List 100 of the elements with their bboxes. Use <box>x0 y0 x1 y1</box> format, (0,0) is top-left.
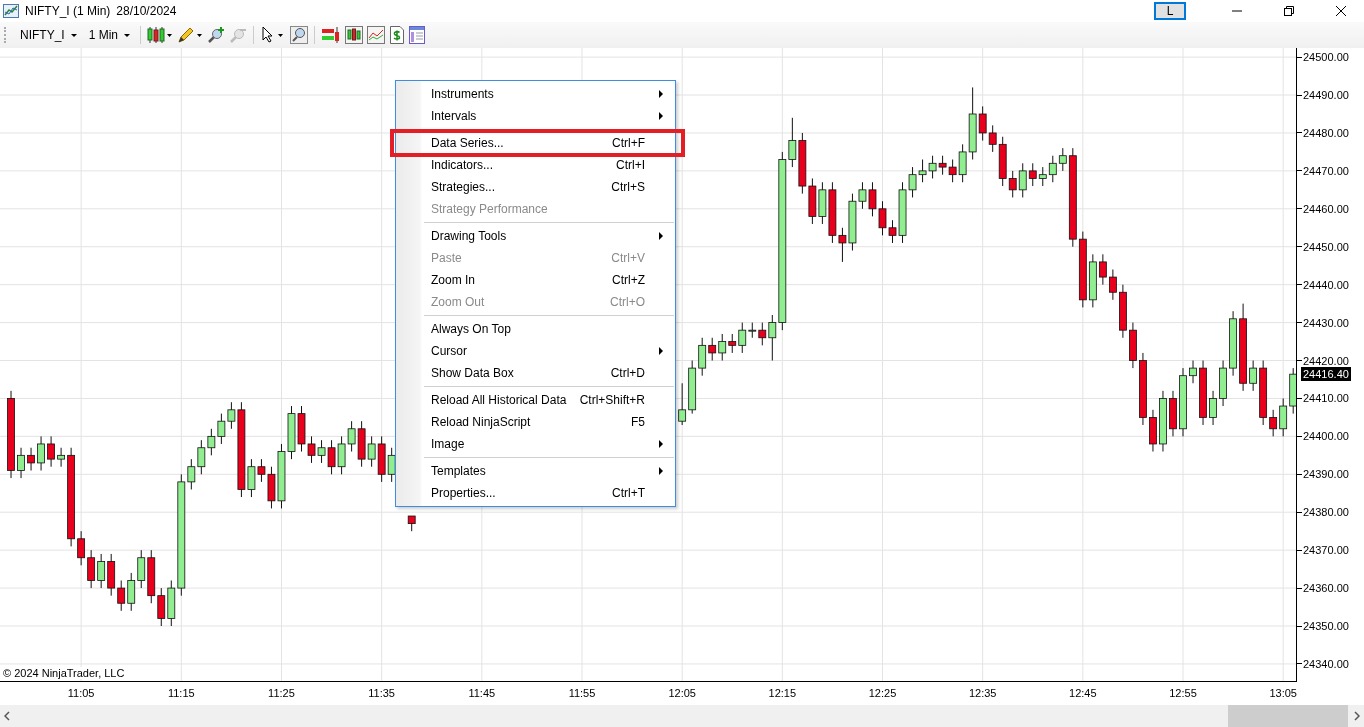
menu-item[interactable]: Instruments <box>396 83 675 105</box>
interval-dropdown[interactable]: 1 Min <box>84 26 134 44</box>
chart-app-icon <box>3 4 19 18</box>
candle <box>127 572 136 612</box>
price-label: 24470.00 <box>1303 164 1349 177</box>
candle <box>217 413 226 445</box>
price-label: 24490.00 <box>1303 89 1349 101</box>
candle <box>407 515 416 532</box>
candle <box>57 447 65 468</box>
candle <box>1199 360 1207 426</box>
window-date: 28/10/2024 <box>116 4 177 18</box>
candle <box>688 360 697 415</box>
search-icon[interactable] <box>290 26 308 44</box>
scrollbar-thumb[interactable] <box>1228 705 1348 727</box>
menu-item[interactable]: Templates <box>396 460 675 482</box>
menu-item[interactable]: Show Data Box Ctrl+D <box>396 362 675 384</box>
candle <box>107 553 116 597</box>
candle <box>798 132 807 195</box>
scroll-right-icon[interactable] <box>1354 711 1360 721</box>
candle <box>337 435 346 475</box>
candle <box>287 405 296 460</box>
candle <box>1038 166 1047 187</box>
time-label: 11:55 <box>568 687 596 699</box>
price-label: 24480.00 <box>1303 126 1349 139</box>
menu-item[interactable]: Reload NinjaScript F5 <box>396 411 675 433</box>
data-series-icon[interactable] <box>321 26 341 44</box>
menu-item[interactable]: Always On Top <box>396 318 675 340</box>
menu-item[interactable]: Image <box>396 433 675 455</box>
menu-item[interactable]: Indicators... Ctrl+I <box>396 154 675 176</box>
candle <box>1119 284 1127 339</box>
dollar-document-icon[interactable] <box>389 26 405 44</box>
menu-item[interactable]: Strategies... Ctrl+S <box>396 176 675 198</box>
candle <box>1149 409 1157 453</box>
candle <box>387 447 396 483</box>
menu-item[interactable]: Intervals <box>396 105 675 127</box>
candle <box>1109 269 1117 301</box>
menu-item[interactable]: Properties... Ctrl+T <box>396 482 675 504</box>
caret-icon <box>70 33 77 37</box>
time-label: 12:45 <box>1069 687 1097 699</box>
scroll-left-icon[interactable] <box>4 711 10 721</box>
candlestick-style-icon[interactable] <box>147 26 173 44</box>
candle <box>938 155 947 176</box>
candle <box>207 428 216 456</box>
menu-item[interactable]: Cursor <box>396 340 675 362</box>
time-label: 11:35 <box>368 687 395 699</box>
price-label: 24460.00 <box>1303 202 1349 215</box>
price-label: 24360.00 <box>1303 582 1349 595</box>
candle <box>1159 390 1167 453</box>
price-label: 24340.00 <box>1303 657 1349 670</box>
price-label: 24390.00 <box>1303 468 1349 481</box>
candle <box>17 447 25 479</box>
candle <box>137 549 146 589</box>
menu-item[interactable]: Data Series... Ctrl+F <box>393 132 682 154</box>
candle <box>1189 360 1197 384</box>
candle <box>147 549 156 604</box>
time-label: 12:25 <box>868 687 897 699</box>
candle <box>37 435 45 471</box>
price-label: 24500.00 <box>1303 51 1349 64</box>
candle <box>678 382 687 426</box>
candle <box>868 181 877 217</box>
pencil-icon[interactable] <box>177 26 203 44</box>
price-label: 24420.00 <box>1303 354 1349 367</box>
price-label: 24380.00 <box>1303 506 1349 519</box>
time-label: 11:45 <box>468 687 496 699</box>
candle <box>808 177 817 225</box>
time-label: 12:55 <box>1169 687 1197 699</box>
time-label: 11:05 <box>67 687 95 699</box>
price-label: 24410.00 <box>1303 392 1349 405</box>
properties-icon[interactable] <box>409 26 425 44</box>
candle <box>918 159 927 183</box>
caret-icon <box>124 33 130 37</box>
candle <box>97 553 106 589</box>
time-label: 11:25 <box>268 687 295 699</box>
candle <box>1048 155 1057 183</box>
window-title: NIFTY_I (1 Min) <box>25 4 111 18</box>
account-button[interactable]: L <box>1154 2 1186 20</box>
menu-item[interactable]: Drawing Tools <box>396 225 675 247</box>
price-label: 24440.00 <box>1303 278 1349 291</box>
instrument-dropdown[interactable]: NIFTY_I <box>16 26 81 44</box>
candle <box>117 580 126 612</box>
candle <box>718 333 727 361</box>
zoom-out-icon <box>229 26 247 44</box>
maximize-icon[interactable] <box>1284 6 1294 16</box>
candle <box>1169 390 1177 437</box>
candle <box>1209 390 1217 426</box>
time-label: 11:15 <box>167 687 195 699</box>
candle <box>1279 397 1288 437</box>
time-label: 12:15 <box>768 687 797 699</box>
close-icon[interactable] <box>1336 6 1346 16</box>
candles-panel-icon[interactable] <box>345 26 363 44</box>
candle <box>157 587 166 627</box>
zoom-in-icon[interactable] <box>207 26 225 44</box>
pointer-icon[interactable] <box>260 26 286 44</box>
menu-item[interactable]: Zoom In Ctrl+Z <box>396 269 675 291</box>
candle <box>87 549 96 589</box>
menu-item[interactable]: Reload All Historical Data Ctrl+Shift+R <box>396 389 675 411</box>
time-label: 12:05 <box>668 687 696 699</box>
candle <box>47 435 55 468</box>
line-chart-icon[interactable] <box>367 26 385 44</box>
horizontal-scrollbar[interactable] <box>0 705 1364 727</box>
